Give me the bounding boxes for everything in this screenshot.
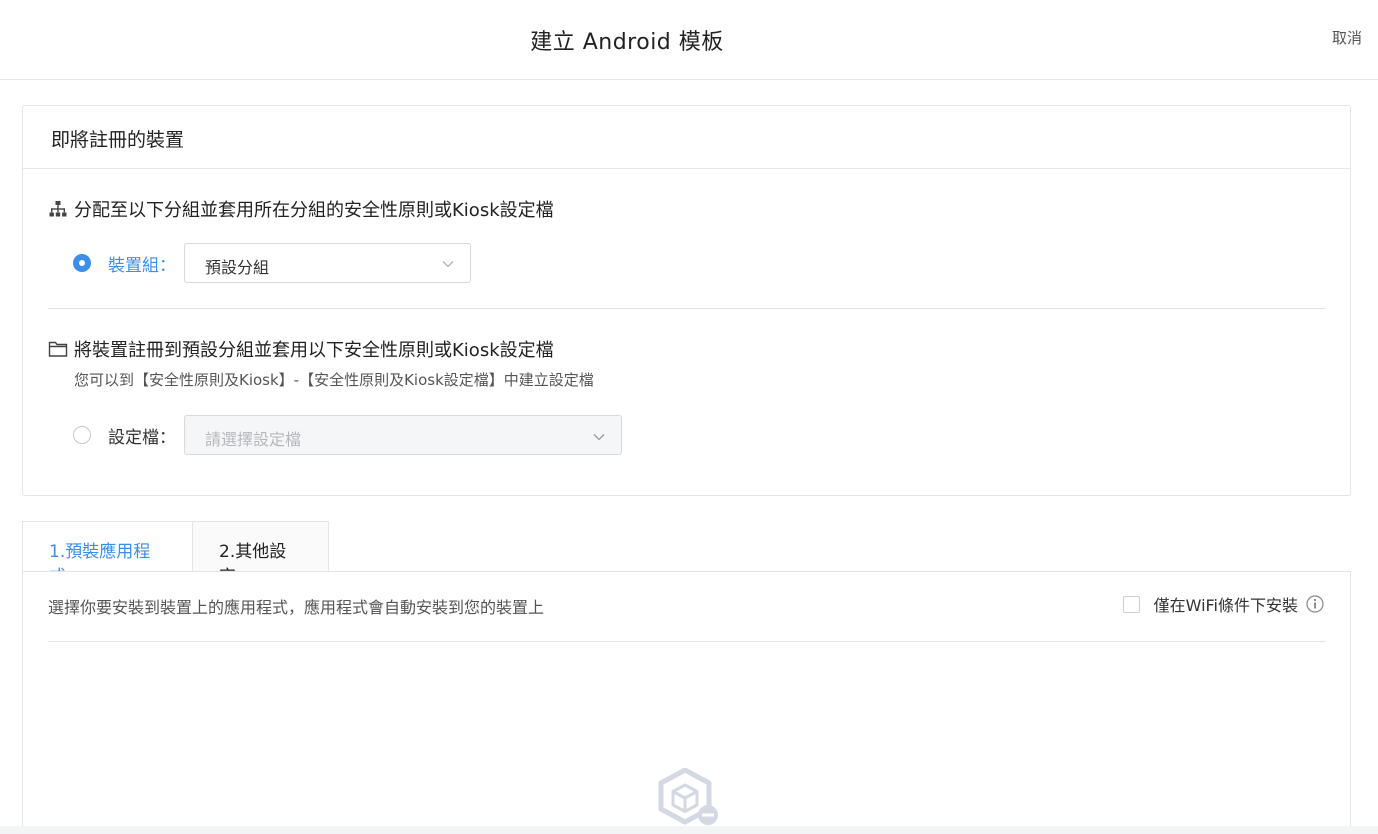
profile-section-heading-text: 將裝置註冊到預設分組並套用以下安全性原則或Kiosk設定檔 bbox=[74, 340, 554, 361]
folder-icon bbox=[48, 339, 68, 359]
tab-preinstall-apps[interactable]: 1.預裝應用程式 bbox=[22, 521, 193, 587]
group-section-heading-text: 分配至以下分組並套用所在分組的安全性原則或Kiosk設定檔 bbox=[74, 200, 554, 221]
chevron-down-icon bbox=[440, 256, 456, 272]
device-group-label: 裝置組： bbox=[108, 255, 176, 276]
preinstall-apps-panel: 選擇你要安裝到裝置上的應用程式，應用程式會自動安裝到您的裝置上 僅在WiFi條件… bbox=[22, 571, 1351, 826]
profile-radio[interactable] bbox=[73, 426, 91, 444]
page-body: 即將註冊的裝置 分配至以下分組並套用所在分組的安全性原則或Kiosk設定檔 裝置… bbox=[0, 80, 1378, 826]
info-icon[interactable] bbox=[1306, 595, 1324, 613]
org-tree-icon bbox=[48, 199, 68, 219]
section-divider bbox=[48, 308, 1326, 309]
wifi-only-checkbox[interactable] bbox=[1122, 595, 1140, 613]
settings-tabs: 1.預裝應用程式 2.其他設定 bbox=[22, 521, 329, 587]
profile-option[interactable]: 設定檔： 請選擇設定檔 bbox=[73, 415, 622, 455]
wifi-only-label: 僅在WiFi條件下安裝 bbox=[1153, 596, 1298, 615]
profile-section-heading: 將裝置註冊到預設分組並套用以下安全性原則或Kiosk設定檔 bbox=[48, 336, 554, 362]
enroll-devices-card: 即將註冊的裝置 分配至以下分組並套用所在分組的安全性原則或Kiosk設定檔 裝置… bbox=[22, 105, 1351, 496]
empty-box-icon bbox=[657, 767, 723, 830]
cancel-button[interactable]: 取消 bbox=[1332, 27, 1362, 48]
page-title: 建立 Android 模板 bbox=[530, 30, 724, 55]
device-group-option[interactable]: 裝置組： 預設分組 bbox=[73, 243, 471, 283]
device-group-radio[interactable] bbox=[73, 254, 91, 272]
profile-select-placeholder: 請選擇設定檔 bbox=[205, 430, 302, 449]
card-title: 即將註冊的裝置 bbox=[23, 106, 1350, 169]
device-group-select[interactable]: 預設分組 bbox=[184, 243, 471, 283]
panel-divider bbox=[48, 641, 1326, 642]
profile-label: 設定檔： bbox=[108, 427, 176, 448]
profile-hint-text: 您可以到【安全性原則及Kiosk】-【安全性原則及Kiosk設定檔】中建立設定檔 bbox=[74, 371, 594, 389]
top-bar: 建立 Android 模板 取消 bbox=[0, 0, 1378, 80]
device-group-select-value: 預設分組 bbox=[205, 258, 270, 277]
group-section-heading: 分配至以下分組並套用所在分組的安全性原則或Kiosk設定檔 bbox=[48, 196, 554, 222]
tab-other-settings[interactable]: 2.其他設定 bbox=[193, 521, 329, 587]
chevron-down-icon bbox=[591, 429, 607, 445]
wifi-only-option[interactable]: 僅在WiFi條件下安裝 bbox=[1122, 592, 1324, 616]
profile-select[interactable]: 請選擇設定檔 bbox=[184, 415, 622, 455]
apps-description: 選擇你要安裝到裝置上的應用程式，應用程式會自動安裝到您的裝置上 bbox=[48, 598, 545, 617]
